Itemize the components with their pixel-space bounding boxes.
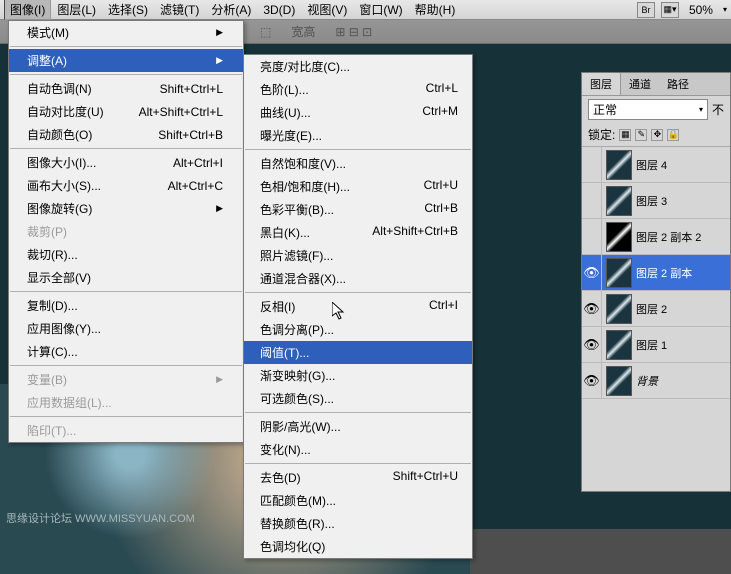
menubar-item-6[interactable]: 视图(V) [301,0,353,20]
layer-thumbnail [606,222,632,252]
layer-name-label: 图层 2 [636,301,730,317]
layer-row[interactable]: 👁 图层 2 [582,291,730,327]
menu2-item[interactable]: 阈值(T)... [244,341,472,364]
menu1-item: 变量(B)▶ [9,368,243,391]
menu2-item[interactable]: 色彩平衡(B)...Ctrl+B [244,198,472,221]
menu1-item[interactable]: 自动色调(N)Shift+Ctrl+L [9,77,243,100]
layer-thumbnail [606,258,632,288]
menu1-item: 裁剪(P) [9,220,243,243]
menu2-item[interactable]: 通道混合器(X)... [244,267,472,290]
visibility-eye-icon[interactable]: 👁 [582,183,602,218]
visibility-eye-icon[interactable]: 👁 [582,219,602,254]
layer-row[interactable]: 👁 背景 [582,363,730,399]
menubar-item-3[interactable]: 滤镜(T) [154,0,205,20]
layer-name-label: 图层 3 [636,193,730,209]
zoom-dropdown-icon[interactable]: ▾ [723,5,727,14]
menu1-item[interactable]: 显示全部(V) [9,266,243,289]
menu2-item[interactable]: 自然饱和度(V)... [244,152,472,175]
menubar-item-5[interactable]: 3D(D) [257,1,301,19]
menu1-item: 应用数据组(L)... [9,391,243,414]
layer-name-label: 图层 2 副本 [636,265,730,281]
layer-row[interactable]: 👁 图层 1 [582,327,730,363]
screen-icon[interactable]: ▦▾ [661,2,679,18]
lock-row: 锁定: ▦ ✎ ✥ 🔒 [582,123,730,147]
menu2-item[interactable]: 变化(N)... [244,438,472,461]
adjustments-submenu: 亮度/对比度(C)...色阶(L)...Ctrl+L曲线(U)...Ctrl+M… [243,54,473,559]
menubar-item-4[interactable]: 分析(A) [205,0,257,20]
menu2-item[interactable]: 匹配颜色(M)... [244,489,472,512]
menu2-item[interactable]: 阴影/高光(W)... [244,415,472,438]
layer-name-label: 图层 2 副本 2 [636,229,730,245]
layer-name-label: 图层 4 [636,157,730,173]
layer-thumbnail [606,366,632,396]
menu1-item[interactable]: 计算(C)... [9,340,243,363]
layer-thumbnail [606,150,632,180]
lock-all-icon[interactable]: 🔒 [667,129,679,141]
opacity-label: 不 [712,101,724,118]
menu2-item[interactable]: 色调均化(Q) [244,535,472,558]
menu1-item[interactable]: 自动颜色(O)Shift+Ctrl+B [9,123,243,146]
menu1-item[interactable]: 模式(M)▶ [9,21,243,44]
menu2-item[interactable]: 色调分离(P)... [244,318,472,341]
lock-transparent-icon[interactable]: ▦ [619,129,631,141]
menubar-item-8[interactable]: 帮助(H) [409,0,462,20]
panel-tab-路径[interactable]: 路径 [659,73,697,95]
main-menubar: 图像(I)图层(L)选择(S)滤镜(T)分析(A)3D(D)视图(V)窗口(W)… [0,0,731,20]
menu1-item[interactable]: 图像大小(I)...Alt+Ctrl+I [9,151,243,174]
visibility-eye-icon[interactable]: 👁 [582,291,602,326]
menu1-item[interactable]: 图像旋转(G)▶ [9,197,243,220]
layer-name-label: 背景 [636,373,730,389]
menu2-item[interactable]: 替换颜色(R)... [244,512,472,535]
menu2-item[interactable]: 色相/饱和度(H)...Ctrl+U [244,175,472,198]
watermark-text: 思缘设计论坛 WWW.MISSYUAN.COM [6,510,195,526]
menu1-item[interactable]: 调整(A)▶ [9,49,243,72]
panel-tabs: 图层通道路径 [582,73,730,96]
layer-row[interactable]: 👁 图层 3 [582,183,730,219]
panel-tab-图层[interactable]: 图层 [582,73,621,95]
visibility-eye-icon[interactable]: 👁 [582,327,602,362]
menu1-item[interactable]: 复制(D)... [9,294,243,317]
layers-panel: 图层通道路径 正常▾ 不 锁定: ▦ ✎ ✥ 🔒 👁 图层 4 👁 图层 3 👁 图层 2… [581,72,731,492]
layer-thumbnail [606,294,632,324]
visibility-eye-icon[interactable]: 👁 [582,147,602,182]
panel-tab-通道[interactable]: 通道 [621,73,659,95]
layer-row[interactable]: 👁 图层 2 副本 [582,255,730,291]
layers-list: 👁 图层 4 👁 图层 3 👁 图层 2 副本 2 👁 图层 2 副本 👁 图层 2 👁 图层 1 👁 背… [582,147,730,399]
layer-thumbnail [606,330,632,360]
menubar-item-2[interactable]: 选择(S) [102,0,154,20]
menubar-item-1[interactable]: 图层(L) [51,0,102,20]
zoom-value[interactable]: 50% [685,3,717,17]
lock-paint-icon[interactable]: ✎ [635,129,647,141]
layer-row[interactable]: 👁 图层 2 副本 2 [582,219,730,255]
menu1-item[interactable]: 裁切(R)... [9,243,243,266]
menu2-item[interactable]: 反相(I)Ctrl+I [244,295,472,318]
menu2-item[interactable]: 可选颜色(S)... [244,387,472,410]
layer-row[interactable]: 👁 图层 4 [582,147,730,183]
br-icon[interactable]: Br [637,2,655,18]
menu2-item[interactable]: 黑白(K)...Alt+Shift+Ctrl+B [244,221,472,244]
menu2-item[interactable]: 去色(D)Shift+Ctrl+U [244,466,472,489]
menu2-item[interactable]: 曲线(U)...Ctrl+M [244,101,472,124]
menubar-item-0[interactable]: 图像(I) [4,0,51,20]
menu2-item[interactable]: 色阶(L)...Ctrl+L [244,78,472,101]
layer-name-label: 图层 1 [636,337,730,353]
menubar-item-7[interactable]: 窗口(W) [353,0,408,20]
blend-mode-select[interactable]: 正常▾ [588,99,708,120]
menu2-item[interactable]: 亮度/对比度(C)... [244,55,472,78]
lock-move-icon[interactable]: ✥ [651,129,663,141]
visibility-eye-icon[interactable]: 👁 [582,363,602,398]
menu2-item[interactable]: 照片滤镜(F)... [244,244,472,267]
layer-thumbnail [606,186,632,216]
menu2-item[interactable]: 渐变映射(G)... [244,364,472,387]
image-menu: 模式(M)▶ 调整(A)▶ 自动色调(N)Shift+Ctrl+L自动对比度(U)A… [8,20,244,443]
menu1-item[interactable]: 应用图像(Y)... [9,317,243,340]
menu1-item[interactable]: 画布大小(S)...Alt+Ctrl+C [9,174,243,197]
menu1-item[interactable]: 自动对比度(U)Alt+Shift+Ctrl+L [9,100,243,123]
menu2-item[interactable]: 曝光度(E)... [244,124,472,147]
menu1-item: 陷印(T)... [9,419,243,442]
visibility-eye-icon[interactable]: 👁 [582,255,602,290]
